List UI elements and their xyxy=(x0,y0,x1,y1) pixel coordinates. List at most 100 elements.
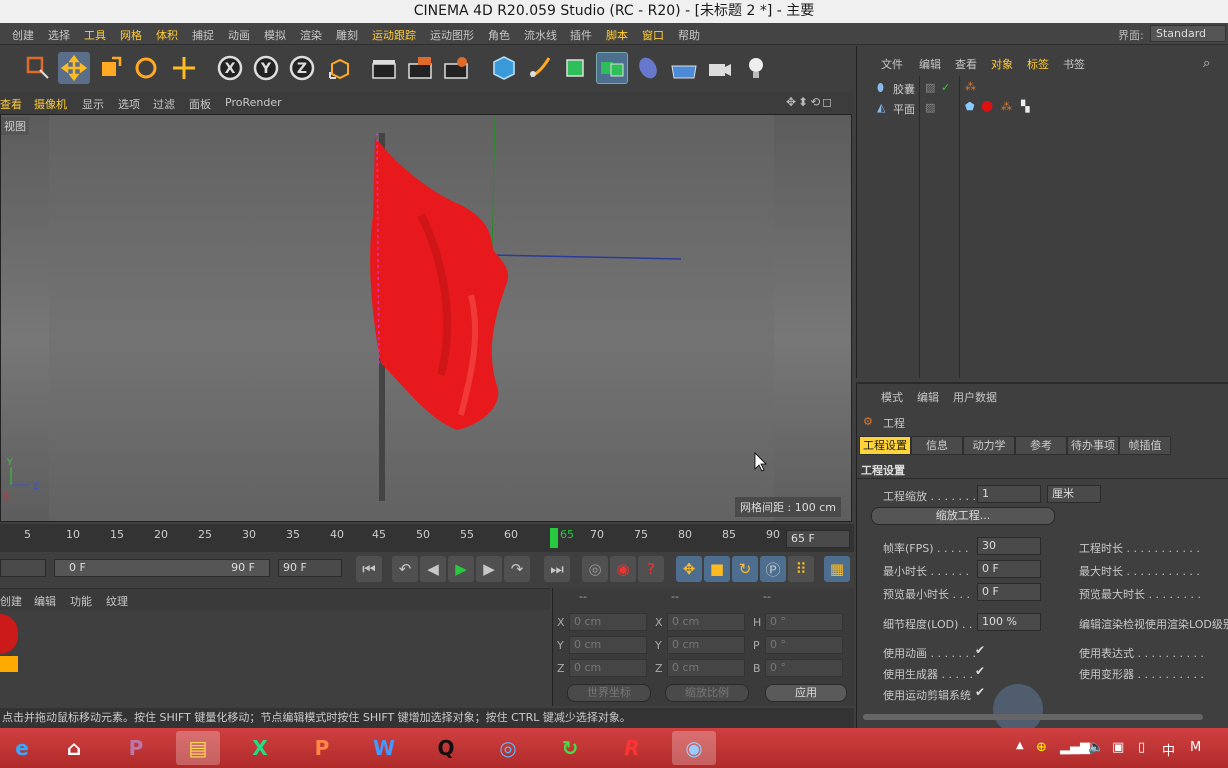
cloud-app-icon[interactable]: ◎ xyxy=(486,731,530,765)
min-time-field[interactable]: 0 F xyxy=(977,560,1041,578)
key-scale-icon[interactable]: ■ xyxy=(704,556,730,582)
menu-volume[interactable]: 体积 xyxy=(156,27,178,43)
render-view-icon[interactable] xyxy=(368,52,400,84)
interface-select[interactable]: Standard xyxy=(1150,25,1226,42)
battery-icon[interactable]: ▯ xyxy=(1138,740,1145,755)
key-rotation-icon[interactable]: ↻ xyxy=(732,556,758,582)
rotation-b-field[interactable]: 0 ° xyxy=(765,659,843,677)
qq-icon[interactable]: Q xyxy=(424,731,468,765)
world-coordinates-select[interactable]: 世界坐标 xyxy=(567,684,651,702)
go-to-end-icon[interactable]: ⏭ xyxy=(544,556,570,582)
network-icon[interactable]: ▂▄▆ xyxy=(1060,740,1090,755)
3d-viewport[interactable]: 视图 Y Z X 网格间距 : 100 cm xyxy=(0,114,852,522)
attr-menu-edit[interactable]: 编辑 xyxy=(917,389,939,405)
cube-icon[interactable] xyxy=(488,52,520,84)
current-frame-field[interactable]: 65 F xyxy=(786,530,850,548)
search-icon[interactable]: ⌕ xyxy=(1203,56,1210,71)
scale-tool-icon[interactable] xyxy=(94,52,126,84)
preview-min-field[interactable]: 0 F xyxy=(977,583,1041,601)
ime-mode[interactable]: M xyxy=(1190,740,1201,755)
menu-sculpt[interactable]: 雕刻 xyxy=(336,27,358,43)
subdivision-surface-icon[interactable] xyxy=(560,52,592,84)
fps-field[interactable]: 30 xyxy=(977,537,1041,555)
tab-project-settings[interactable]: 工程设置 xyxy=(859,436,911,455)
cinema4d-icon[interactable]: ◉ xyxy=(672,731,716,765)
rotate-tool-icon[interactable] xyxy=(130,52,162,84)
preview-range-slider[interactable]: 0 F 90 F xyxy=(54,559,270,577)
vp-menu-camera[interactable]: 摄像机 xyxy=(34,96,67,112)
position-z-field[interactable]: 0 cm xyxy=(569,659,647,677)
tab-key-interpolation[interactable]: 帧插值 xyxy=(1119,436,1171,455)
deformer-icon[interactable] xyxy=(632,52,664,84)
keyframe-selection-icon[interactable]: ? xyxy=(638,556,664,582)
end-frame-field[interactable]: 90 F xyxy=(278,559,342,577)
coordinate-system-icon[interactable] xyxy=(324,52,356,84)
attr-menu-mode[interactable]: 模式 xyxy=(881,389,903,405)
camera-icon[interactable] xyxy=(704,52,736,84)
obj-menu-tag[interactable]: 标签 xyxy=(1027,56,1049,72)
obj-menu-file[interactable]: 文件 xyxy=(881,56,903,72)
menu-render[interactable]: 渲染 xyxy=(300,27,322,43)
key-position-icon[interactable]: ✥ xyxy=(676,556,702,582)
pdf-app-icon[interactable]: P xyxy=(114,731,158,765)
obj-menu-edit[interactable]: 编辑 xyxy=(919,56,941,72)
y-axis-lock-icon[interactable]: Y xyxy=(250,52,282,84)
obj-menu-object[interactable]: 对象 xyxy=(991,56,1013,72)
enabled-check-icon[interactable]: ✓ xyxy=(941,81,950,94)
menu-mograph[interactable]: 运动图形 xyxy=(430,27,474,43)
ie-browser-icon[interactable]: e xyxy=(0,731,44,765)
volume-icon[interactable]: 🔈 xyxy=(1088,740,1104,755)
tab-dynamics[interactable]: 动力学 xyxy=(963,436,1015,455)
menu-window[interactable]: 窗口 xyxy=(642,27,664,43)
home-icon[interactable]: ⌂ xyxy=(52,731,96,765)
material-thumbnail[interactable] xyxy=(0,614,18,654)
layer-icon[interactable]: ▨ xyxy=(925,81,935,94)
tab-reference[interactable]: 参考 xyxy=(1015,436,1067,455)
position-x-field[interactable]: 0 cm xyxy=(569,613,647,631)
go-to-start-icon[interactable]: ⏮ xyxy=(356,556,382,582)
auto-keying-icon[interactable]: ◉ xyxy=(610,556,636,582)
obj-menu-view[interactable]: 查看 xyxy=(955,56,977,72)
rotation-p-field[interactable]: 0 ° xyxy=(765,636,843,654)
vp-menu-prorender[interactable]: ProRender xyxy=(225,96,282,109)
redshift-icon[interactable]: R xyxy=(610,731,654,765)
menu-tools[interactable]: 工具 xyxy=(84,27,106,43)
timeline-window-icon[interactable]: ▦ xyxy=(824,556,850,582)
apply-button[interactable]: 应用 xyxy=(765,684,847,702)
menu-animate[interactable]: 动画 xyxy=(228,27,250,43)
menu-snap[interactable]: 捕捉 xyxy=(192,27,214,43)
menu-help[interactable]: 帮助 xyxy=(678,27,700,43)
menu-script[interactable]: 脚本 xyxy=(606,27,628,43)
vp-menu-options[interactable]: 选项 xyxy=(118,96,140,112)
word-icon[interactable]: W xyxy=(362,731,406,765)
ime-language[interactable]: 中 xyxy=(1162,740,1175,759)
next-key-icon[interactable]: ↷ xyxy=(504,556,530,582)
object-row-capsule[interactable]: ⬮ 胶囊 ▨ ✓ ⁂ xyxy=(857,78,1228,98)
tray-app-icon[interactable]: ⊕ xyxy=(1036,740,1047,755)
menu-select[interactable]: 选择 xyxy=(48,27,70,43)
texture-tag-icon[interactable]: ▚ xyxy=(1021,100,1029,113)
phong-tag-icon[interactable]: ⁂ xyxy=(1001,100,1012,113)
rotation-h-field[interactable]: 0 ° xyxy=(765,613,843,631)
vp-menu-display[interactable]: 显示 xyxy=(82,96,104,112)
action-center-icon[interactable]: ▣ xyxy=(1112,740,1124,755)
mat-menu-texture[interactable]: 纹理 xyxy=(106,593,128,609)
key-parameter-icon[interactable]: Ⓟ xyxy=(760,556,786,582)
floor-icon[interactable] xyxy=(668,52,700,84)
object-row-plane[interactable]: ◭ 平面 ▨ ⬟ ● ⁂ ▚ xyxy=(857,98,1228,118)
menu-pipeline[interactable]: 流水线 xyxy=(524,27,557,43)
start-frame-field[interactable] xyxy=(0,559,46,577)
horizontal-scrollbar[interactable] xyxy=(863,714,1203,720)
tab-info[interactable]: 信息 xyxy=(911,436,963,455)
render-picture-viewer-icon[interactable] xyxy=(404,52,436,84)
cloth-tag-icon[interactable]: ⬟ xyxy=(965,100,975,113)
use-generators-checkbox[interactable]: ✔ xyxy=(975,664,985,678)
tab-todo[interactable]: 待办事项 xyxy=(1067,436,1119,455)
pen-spline-icon[interactable] xyxy=(524,52,556,84)
playhead[interactable] xyxy=(550,528,558,548)
size-z-field[interactable]: 0 cm xyxy=(667,659,745,677)
position-y-field[interactable]: 0 cm xyxy=(569,636,647,654)
next-frame-icon[interactable]: ▶ xyxy=(476,556,502,582)
z-axis-lock-icon[interactable]: Z xyxy=(286,52,318,84)
live-selection-icon[interactable] xyxy=(22,52,54,84)
